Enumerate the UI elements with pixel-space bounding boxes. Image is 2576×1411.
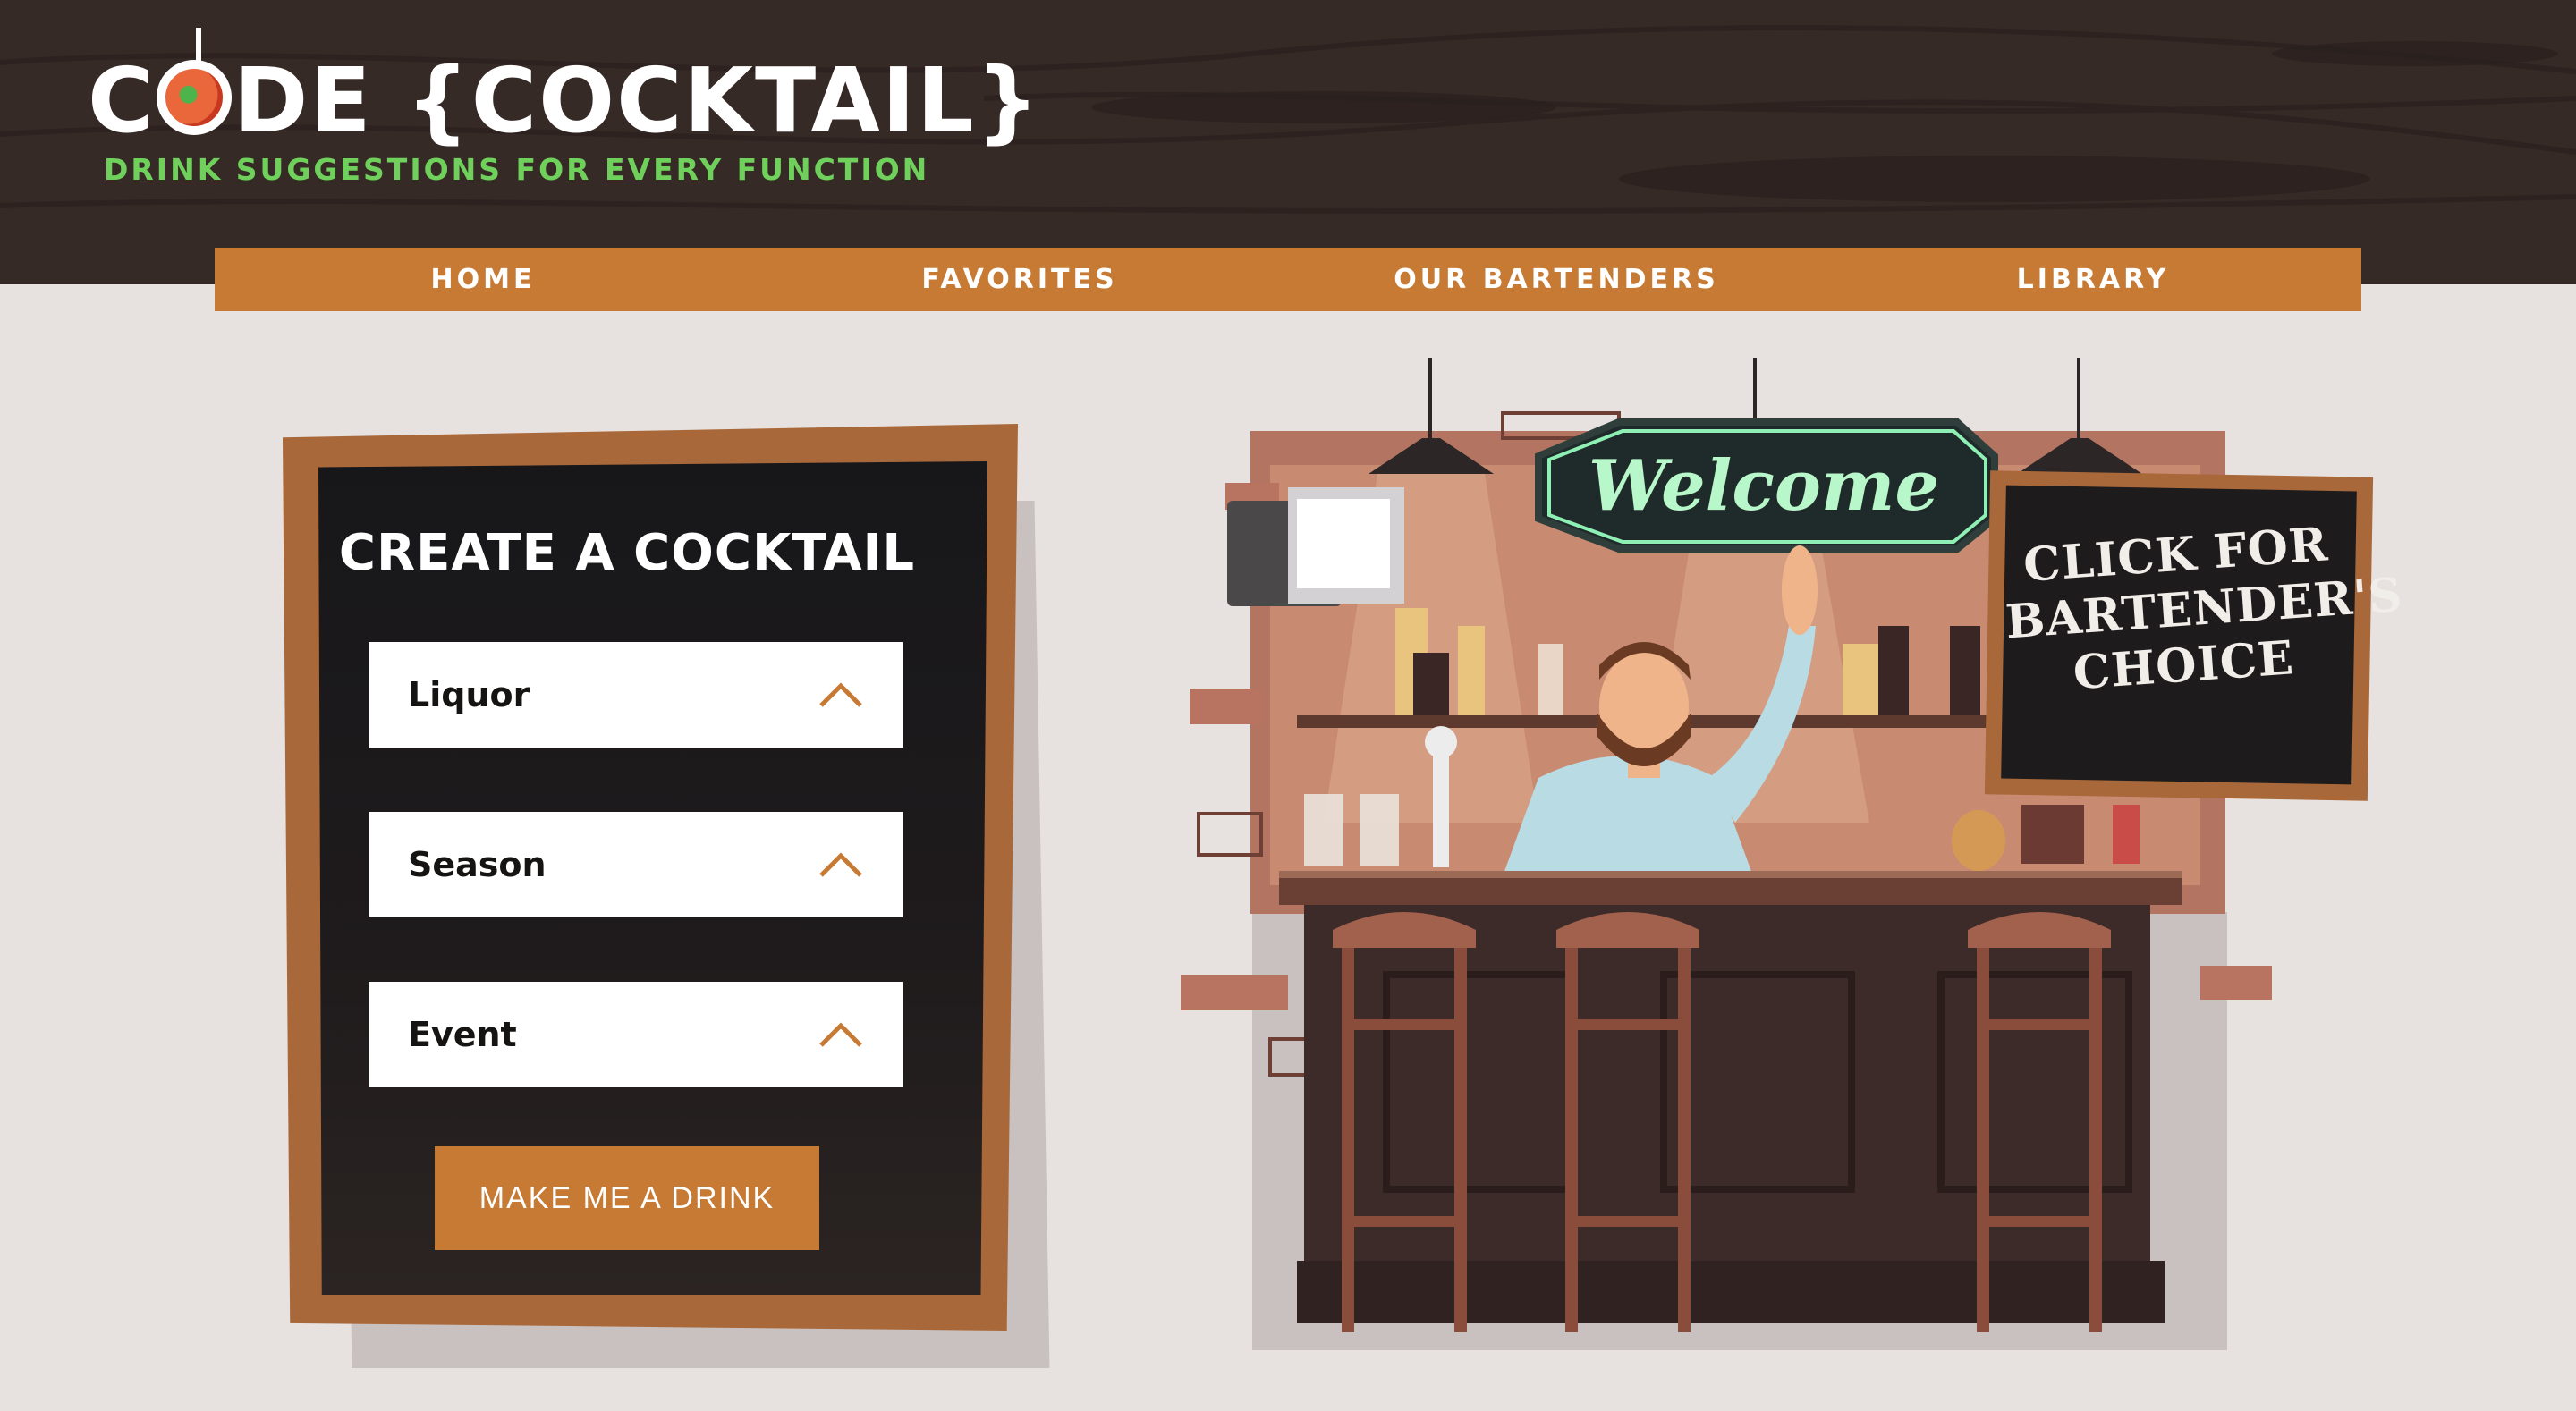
nav-item-library[interactable]: LIBRARY (1825, 248, 2361, 311)
bartenders-choice-sign[interactable]: CLICK FOR BARTENDER'S CHOICE (1984, 470, 2404, 801)
main-nav: HOME FAVORITES OUR BARTENDERS LIBRARY (215, 248, 2361, 311)
make-drink-button[interactable]: MAKE ME A DRINK (435, 1146, 819, 1250)
cocktail-glass-icon (157, 28, 233, 135)
event-select[interactable]: Event (369, 982, 903, 1087)
logo-wordmark-start: C (88, 48, 156, 153)
choice-sign-text: CLICK FOR BARTENDER'S CHOICE (2000, 516, 2404, 706)
nav-item-home[interactable]: HOME (215, 248, 751, 311)
logo-tagline: DRINK SUGGESTIONS FOR EVERY FUNCTION (104, 152, 930, 187)
chevron-up-icon (818, 851, 864, 878)
site-header: C DE {COCKTAIL} DRINK SUGGESTIONS FOR EVE… (0, 0, 2576, 284)
liquor-select[interactable]: Liquor (369, 642, 903, 748)
nav-item-favorites[interactable]: FAVORITES (751, 248, 1288, 311)
create-cocktail-title: CREATE A COCKTAIL (338, 524, 916, 582)
chevron-up-icon (818, 681, 864, 708)
chevron-up-icon (818, 1021, 864, 1048)
welcome-sign-text: Welcome (1589, 445, 1939, 527)
logo-wordmark-end: DE {COCKTAIL} (233, 48, 1041, 153)
season-select[interactable]: Season (369, 812, 903, 917)
nav-item-our-bartenders[interactable]: OUR BARTENDERS (1288, 248, 1825, 311)
site-logo[interactable]: C DE {COCKTAIL} DRINK SUGGESTIONS FOR EVE… (88, 28, 1039, 195)
liquor-select-label: Liquor (408, 675, 530, 714)
season-select-label: Season (408, 845, 547, 884)
logo-wordmark: C DE {COCKTAIL} (88, 28, 1041, 159)
event-select-label: Event (408, 1015, 517, 1054)
